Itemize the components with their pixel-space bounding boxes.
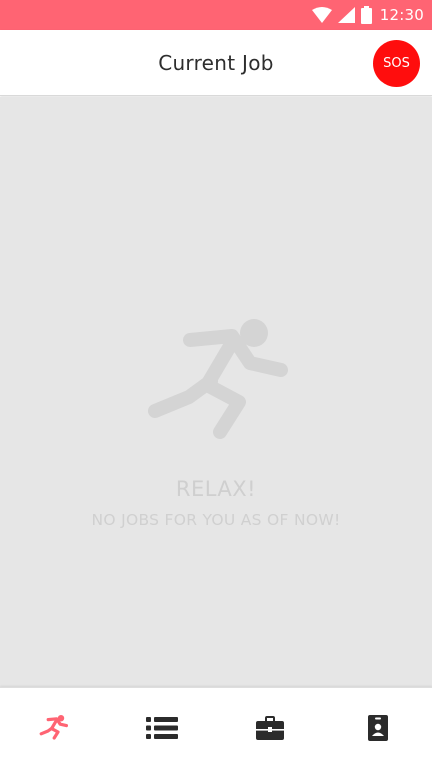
battery-icon — [360, 6, 372, 24]
status-bar: 12:30 — [0, 0, 432, 30]
nav-item-job-list[interactable] — [108, 688, 216, 768]
wifi-icon — [311, 7, 332, 23]
status-time: 12:30 — [379, 6, 424, 24]
app-screen: 12:30 Current Job SOS RELAX! NO JOBS FOR… — [0, 0, 432, 768]
empty-state-subtitle: NO JOBS FOR YOU AS OF NOW! — [91, 511, 341, 529]
running-person-icon — [148, 319, 288, 439]
bottom-navigation — [0, 687, 432, 768]
nav-item-profile[interactable] — [324, 688, 432, 768]
main-content: RELAX! NO JOBS FOR YOU AS OF NOW! — [0, 97, 432, 687]
nav-item-jobs[interactable] — [216, 688, 324, 768]
running-person-icon — [39, 715, 68, 740]
page-title: Current Job — [158, 50, 274, 75]
signal-icon — [337, 7, 355, 23]
sos-button[interactable]: SOS — [373, 40, 420, 87]
list-icon — [146, 717, 178, 739]
app-bar: Current Job SOS — [0, 30, 432, 96]
briefcase-icon — [256, 716, 284, 740]
empty-state-title: RELAX! — [175, 477, 257, 501]
id-badge-icon — [368, 715, 388, 741]
nav-item-current-job[interactable] — [0, 688, 108, 768]
